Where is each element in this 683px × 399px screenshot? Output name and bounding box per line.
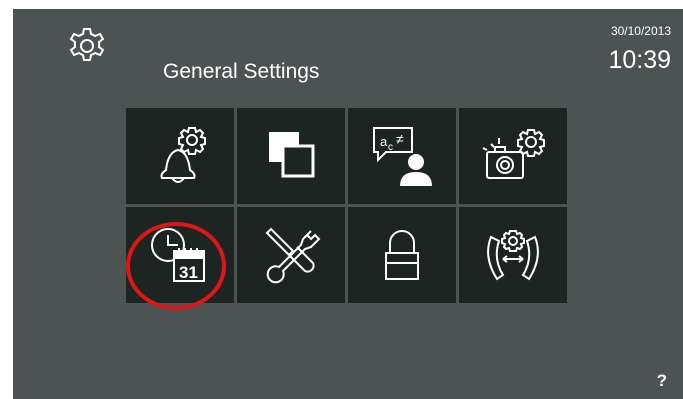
date-time-icon: 31 [151, 228, 205, 282]
tools-settings-tile[interactable] [237, 207, 345, 303]
help-button[interactable]: ? [657, 371, 667, 391]
camera-settings-tile[interactable] [459, 108, 567, 204]
page-title: General Settings [163, 60, 320, 83]
calendar-day-label: 31 [179, 263, 198, 282]
lock-settings-tile[interactable] [348, 207, 456, 303]
language-settings-tile[interactable]: a c ≠ [348, 108, 456, 204]
ringtone-settings-tile[interactable] [126, 108, 234, 204]
svg-text:a: a [380, 134, 388, 149]
svg-text:≠: ≠ [396, 131, 404, 147]
svg-text:c: c [388, 142, 393, 153]
date-time-settings-tile[interactable]: 31 [126, 207, 234, 303]
language-icon: a c ≠ [373, 127, 432, 186]
ringtone-settings-icon [160, 127, 206, 183]
settings-gear-icon[interactable] [67, 26, 107, 66]
call-transfer-settings-icon [487, 230, 539, 281]
camera-settings-icon [482, 129, 545, 179]
date-display: 30/10/2013 [610, 24, 671, 38]
display-settings-tile[interactable] [237, 108, 345, 204]
tools-icon [265, 227, 321, 284]
lock-icon [385, 230, 419, 280]
settings-screen: General Settings 30/10/2013 10:39 a c ≠ … [13, 9, 683, 399]
time-display: 10:39 [608, 46, 671, 74]
screen-display-icon [269, 132, 315, 178]
settings-grid: a c ≠ 31 [126, 108, 568, 306]
call-transfer-settings-tile[interactable] [459, 207, 567, 303]
